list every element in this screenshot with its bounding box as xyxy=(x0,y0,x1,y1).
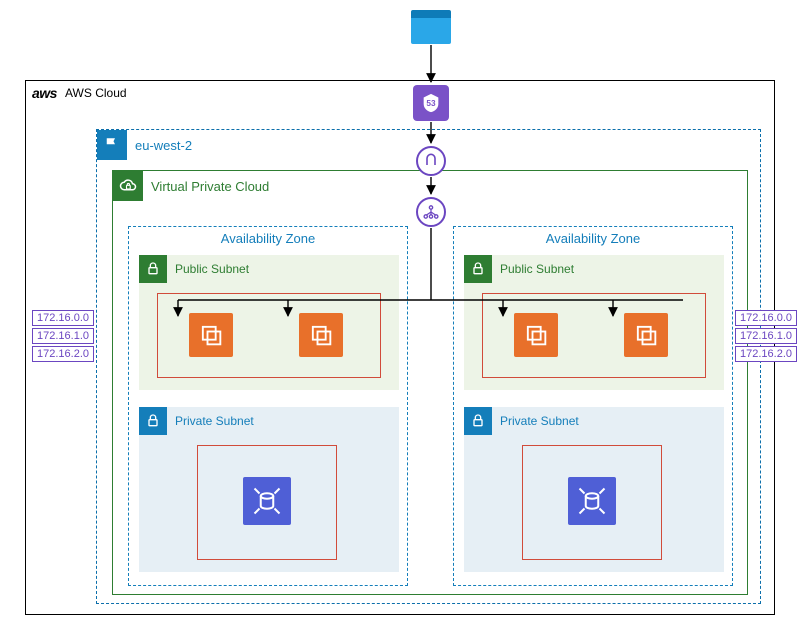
vpc-container: Virtual Private Cloud Availability Zone … xyxy=(112,170,748,595)
ec2-instance-icon xyxy=(624,313,668,357)
aws-logo: aws xyxy=(32,85,57,101)
public-subnet-1: Public Subnet xyxy=(139,255,399,390)
vpc-icon xyxy=(113,171,143,201)
public-subnet-lock-icon xyxy=(139,255,167,283)
diagram-canvas: 53 aws AWS Cloud eu-west-2 Virtu xyxy=(0,0,800,630)
private-subnet-2: Private Subnet xyxy=(464,407,724,572)
rds-instance-icon xyxy=(243,477,291,525)
ec2-instance-icon xyxy=(189,313,233,357)
cidr-badge: 172.16.0.0 xyxy=(735,310,797,326)
az-2-label: Availability Zone xyxy=(454,227,732,246)
cidr-badge: 172.16.1.0 xyxy=(32,328,94,344)
az-1-label: Availability Zone xyxy=(129,227,407,246)
public-subnet-2-label: Public Subnet xyxy=(500,262,574,276)
availability-zone-2: Availability Zone Public Subnet xyxy=(453,226,733,586)
ec2-instance-icon xyxy=(514,313,558,357)
private-subnet-2-label: Private Subnet xyxy=(500,414,579,428)
client-icon xyxy=(411,10,451,44)
availability-zone-1: Availability Zone Public Subnet xyxy=(128,226,408,586)
cidr-badge: 172.16.2.0 xyxy=(735,346,797,362)
aws-cloud-container: aws AWS Cloud eu-west-2 Virtual Private … xyxy=(25,80,775,615)
private-subnet-1: Private Subnet xyxy=(139,407,399,572)
cidr-list-right: 172.16.0.0 172.16.1.0 172.16.2.0 xyxy=(735,310,797,362)
load-balancer-icon xyxy=(416,197,446,227)
ec2-instance-icon xyxy=(299,313,343,357)
cidr-badge: 172.16.1.0 xyxy=(735,328,797,344)
cidr-badge: 172.16.0.0 xyxy=(32,310,94,326)
private-subnet-lock-icon xyxy=(464,407,492,435)
cidr-badge: 172.16.2.0 xyxy=(32,346,94,362)
region-label: eu-west-2 xyxy=(135,138,192,153)
rds-instance-icon xyxy=(568,477,616,525)
private-subnet-1-label: Private Subnet xyxy=(175,414,254,428)
cloud-label: AWS Cloud xyxy=(65,86,127,100)
cidr-list-left: 172.16.0.0 172.16.1.0 172.16.2.0 xyxy=(32,310,94,362)
public-subnet-1-label: Public Subnet xyxy=(175,262,249,276)
public-subnet-lock-icon xyxy=(464,255,492,283)
region-flag-icon xyxy=(97,130,127,160)
vpc-label: Virtual Private Cloud xyxy=(151,179,269,194)
public-subnet-2: Public Subnet xyxy=(464,255,724,390)
internet-gateway-icon xyxy=(416,146,446,176)
private-subnet-lock-icon xyxy=(139,407,167,435)
